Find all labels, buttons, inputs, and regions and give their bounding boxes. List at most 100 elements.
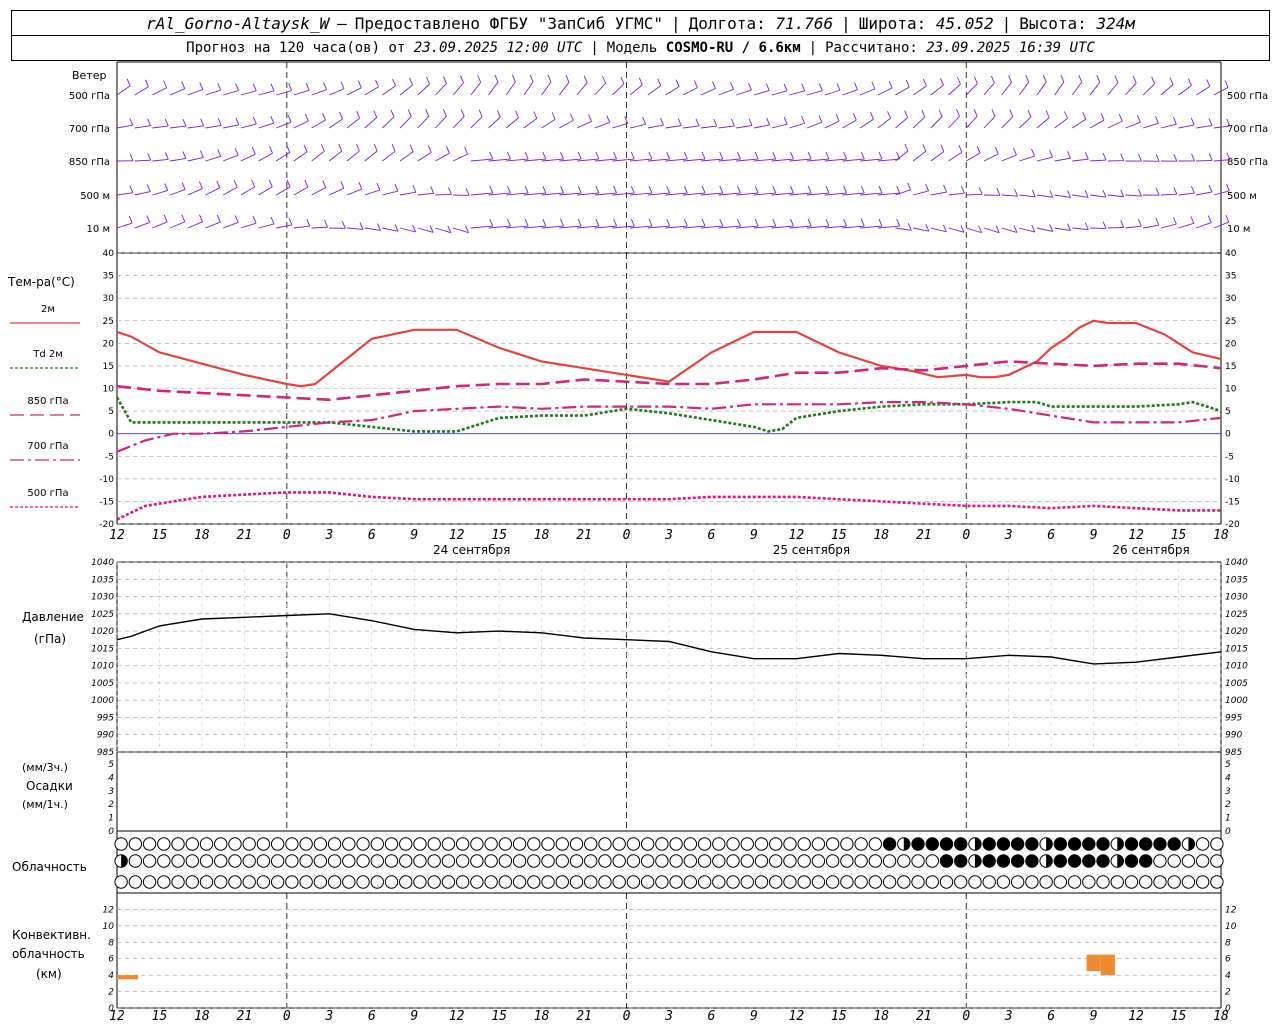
cloud-cover-symbol [484,854,498,868]
wind-barb-flag [1191,153,1195,162]
pressure-tick-label: 1025 [91,610,114,620]
wind-barb-flag [494,74,499,83]
wind-barb-flag [542,151,547,160]
temp-tick-label: -10 [99,475,114,485]
temp-tick-label: 10 [103,385,115,395]
temp-tick-label: 40 [103,249,115,259]
wind-barb-flag [907,223,912,231]
wind-barb-flag [860,218,865,227]
wind-barb [859,88,876,96]
cloud-cover-symbol [399,837,413,851]
time-tick-label: 18 [1213,528,1229,543]
wind-level-label-right: 10 м [1227,224,1250,235]
cloud-cover-symbol [157,837,171,851]
pressure-tick-label-right: 1005 [1225,679,1248,689]
wind-barb-flag [443,76,447,84]
cloud-cover-symbol [1053,837,1068,851]
cloud-cover-symbol [669,837,683,851]
wind-barb-flag [648,218,653,227]
wind-barb-flag [146,215,151,223]
wind-barb [912,150,927,162]
wind-barb-flag [163,80,168,88]
wind-barb-flag [489,185,494,194]
wind-barb-flag [921,109,926,118]
wind-barb-flag [772,151,777,160]
cloud-cover-symbol [1210,837,1224,851]
cloud-cover-symbol [1082,875,1096,889]
wind-barb [329,150,343,162]
wind-barb-flag [922,144,927,152]
cloud-cover-symbol [882,837,897,851]
time-tick-label: 12 [1128,528,1144,543]
wind-barb [558,82,570,96]
wind-barb-flag [677,118,682,126]
precip-tick-label: 3 [108,787,114,797]
wind-barb-flag [896,185,901,194]
wind-barb-flag [978,187,983,195]
wind-barb-flag [1067,190,1071,198]
cloud-cover-symbol [1010,875,1025,889]
pressure-unit-label: (гПа) [34,632,66,646]
temp-tick-label-right: 5 [1225,407,1231,417]
wind-barb [718,88,734,96]
wind-barb-flag [560,218,564,227]
wind-barb [1107,226,1124,229]
wind-barb [134,86,149,96]
wind-barb [983,116,996,129]
wind-barb-flag [357,80,362,89]
wind-barb [930,227,947,233]
wind-barb [930,191,947,196]
cloud-cover-symbol [669,854,683,868]
wind-level-label-right: 700 гПа [1227,124,1268,135]
wind-barb-flag [836,83,841,91]
wind-barb [169,88,185,96]
wind-barb-flag [560,185,564,194]
wind-barb-flag [943,184,947,193]
cloud-cover-symbol [683,854,698,868]
cloud-cover-symbol [954,837,968,851]
wind-barb-flag [533,111,538,119]
cloud-cover-symbol [228,875,242,889]
cloud-cover-symbol [1025,854,1039,868]
wind-barb-flag [940,144,945,152]
wind-level-label: 850 гПа [69,157,110,168]
wind-barb [346,188,363,196]
cloud-cover-symbol [299,854,313,868]
time-tick-label: 6 [708,528,716,543]
wind-barb-flag [825,151,830,160]
cloud-cover-symbol [1167,837,1181,851]
wind-barb [240,222,257,229]
wind-barb [913,190,929,196]
wind-barb [736,89,752,96]
wind-barb [541,119,556,129]
cloud-cover-symbol [712,837,726,851]
wind-barb [576,82,588,96]
wind-barb [1125,82,1137,96]
wind-barb-flag [217,118,222,126]
cloud-cover-symbol [1025,875,1039,889]
cloud-cover-symbol [783,837,797,851]
wind-barb-flag [1031,189,1036,197]
wind-barb-flag [181,214,186,222]
wind-barb [187,221,203,229]
wind-barb-flag [595,218,600,227]
time-tick-label-bottom: 9 [410,1009,418,1024]
wind-barb [1019,227,1035,233]
wind-barb [665,125,682,129]
wind-barb-flag [878,218,883,227]
wind-barb-flag [818,83,823,91]
wind-level-label: 700 гПа [69,124,110,135]
wind-barb-flag [1208,153,1213,161]
wind-barb-flag [198,181,203,189]
temp-legend-label: 500 гПа [27,488,68,499]
cloud-cover-symbol [441,875,456,889]
wind-barb-flag [1120,153,1125,161]
wind-barb-flag [217,82,222,91]
cloud-cover-symbol [470,875,484,889]
wind-barb-flag [217,149,222,157]
temp-tick-label: 30 [103,294,115,304]
wind-barb-flag [338,143,343,152]
wind-barb [311,226,328,229]
wind-title: Ветер [72,69,106,82]
cloud-cover-half [1188,837,1195,851]
